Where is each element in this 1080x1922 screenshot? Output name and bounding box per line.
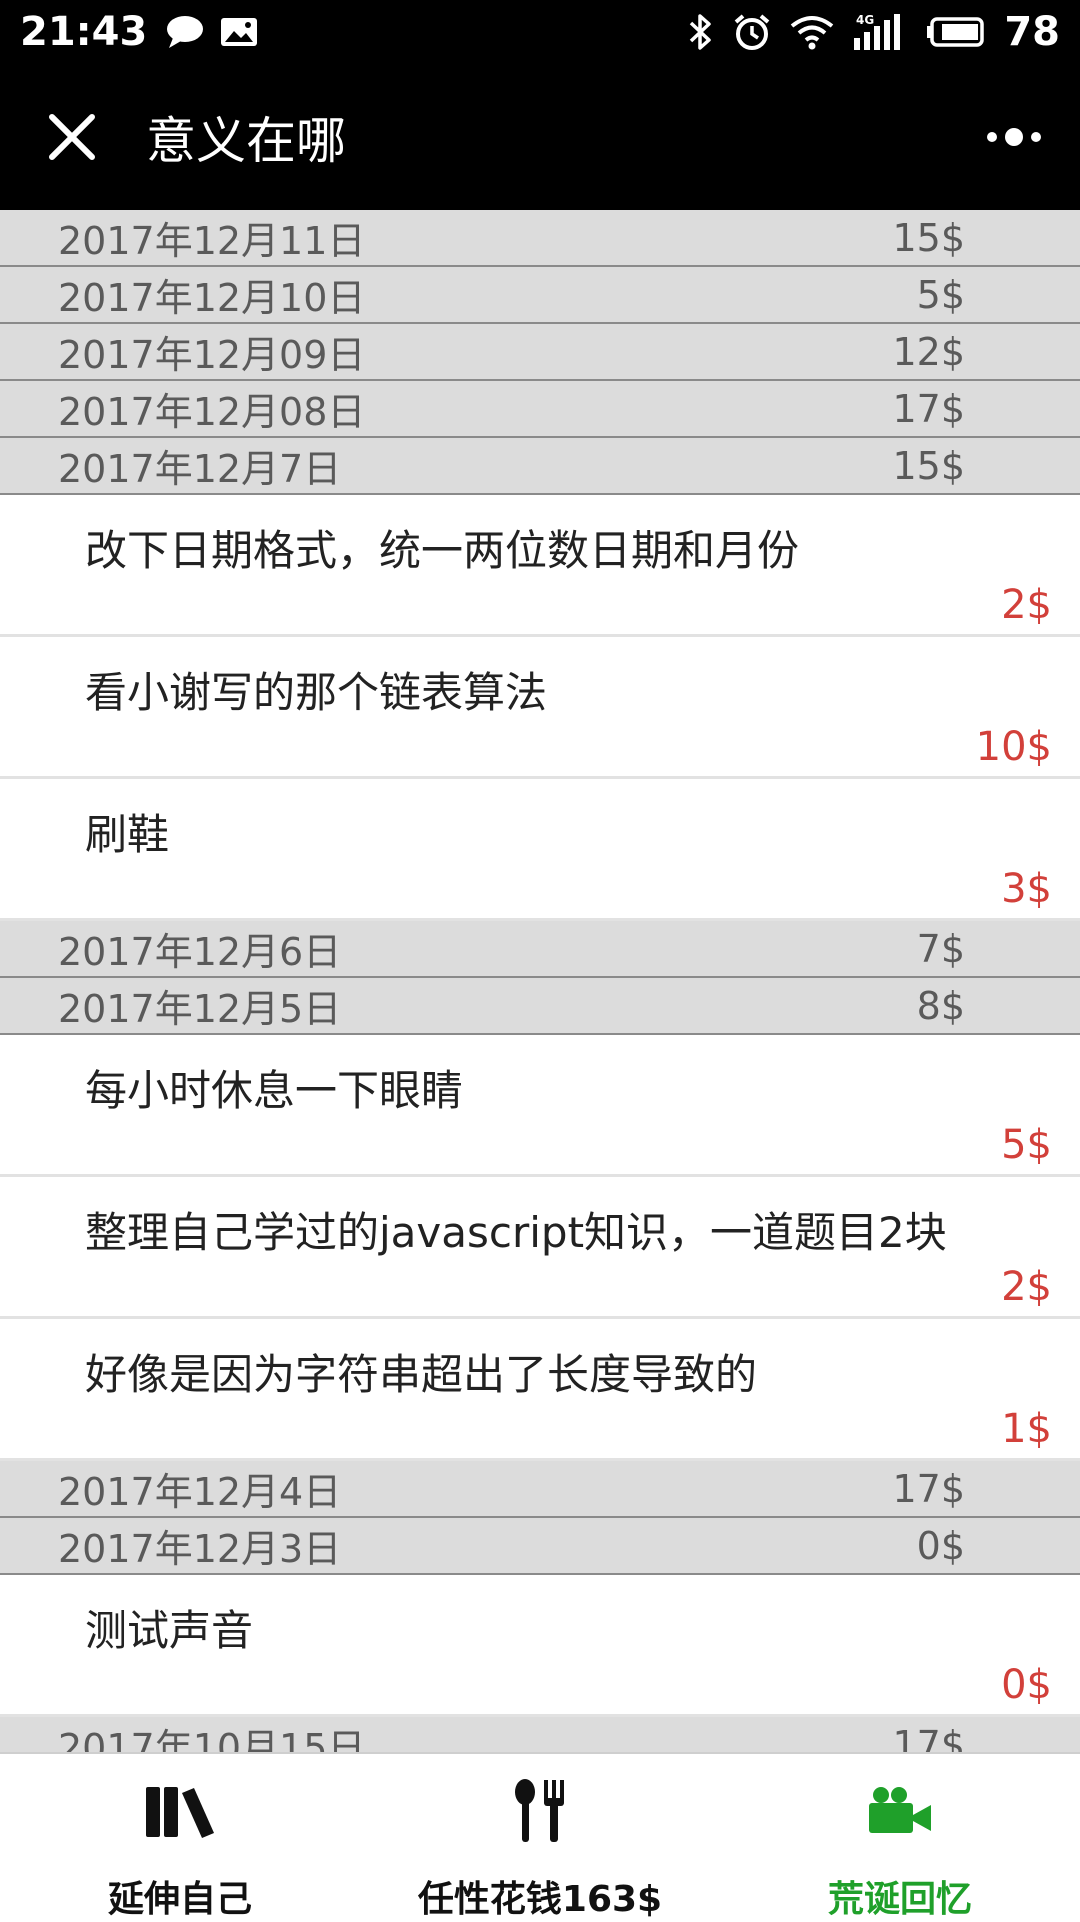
more-dots-icon — [987, 128, 1041, 146]
record-list[interactable]: 2017年12月11日 15$ 2017年12月10日 5$ 2017年12月0… — [0, 210, 1080, 1752]
day-date: 2017年12月3日 — [58, 1527, 342, 1571]
more-button[interactable] — [984, 127, 1044, 147]
status-time: 21:43 — [20, 9, 148, 55]
video-camera-icon — [867, 1776, 933, 1846]
day-date: 2017年10月15日 — [58, 1726, 366, 1752]
task-cost: 2$ — [1001, 1264, 1052, 1310]
svg-text:4G: 4G — [856, 13, 874, 27]
task-text: 测试声音 — [85, 1606, 254, 1655]
day-date: 2017年12月4日 — [58, 1470, 342, 1514]
battery-level: 78 — [1004, 9, 1060, 55]
task-item[interactable]: 改下日期格式，统一两位数日期和月份 2$ — [0, 495, 1080, 637]
task-item[interactable]: 整理自己学过的javascript知识，一道题目2块 2$ — [0, 1177, 1080, 1319]
day-amount: 17$ — [892, 386, 965, 431]
message-bubble-icon — [165, 14, 205, 50]
tab-bar: 延伸自己 任性花钱163$ 荒诞回忆 — [0, 1752, 1080, 1922]
day-date: 2017年12月09日 — [58, 333, 366, 377]
day-date: 2017年12月08日 — [58, 390, 366, 434]
task-item[interactable]: 好像是因为字符串超出了长度导致的 1$ — [0, 1319, 1080, 1461]
day-row[interactable]: 2017年12月10日 5$ — [0, 267, 1080, 324]
tab-spend-money[interactable]: 任性花钱163$ — [360, 1754, 720, 1922]
battery-icon — [926, 16, 986, 48]
day-row[interactable]: 2017年10月15日 17$ — [0, 1717, 1080, 1752]
day-date: 2017年12月7日 — [58, 447, 342, 491]
task-text: 好像是因为字符串超出了长度导致的 — [85, 1350, 758, 1399]
task-item[interactable]: 每小时休息一下眼睛 5$ — [0, 1035, 1080, 1177]
day-date: 2017年12月5日 — [58, 987, 342, 1031]
tab-label: 延伸自己 — [107, 1879, 252, 1920]
status-right: 4G 78 — [688, 9, 1060, 55]
tab-extend-self[interactable]: 延伸自己 — [0, 1754, 360, 1922]
day-amount: 0$ — [916, 1523, 965, 1568]
task-text: 每小时休息一下眼睛 — [85, 1066, 464, 1115]
status-left: 21:43 — [20, 9, 273, 55]
alarm-clock-icon — [732, 12, 772, 52]
task-item[interactable]: 刷鞋 3$ — [0, 779, 1080, 921]
task-cost: 3$ — [1001, 866, 1052, 912]
close-button[interactable] — [42, 107, 102, 167]
task-cost: 5$ — [1001, 1122, 1052, 1168]
bluetooth-icon — [688, 12, 714, 52]
day-row[interactable]: 2017年12月3日 0$ — [0, 1518, 1080, 1575]
day-row[interactable]: 2017年12月09日 12$ — [0, 324, 1080, 381]
day-row[interactable]: 2017年12月08日 17$ — [0, 381, 1080, 438]
day-row[interactable]: 2017年12月6日 7$ — [0, 921, 1080, 978]
day-amount: 8$ — [916, 983, 965, 1028]
task-text: 刷鞋 — [85, 810, 170, 859]
tab-label: 荒诞回忆 — [827, 1879, 972, 1920]
day-amount: 15$ — [892, 443, 965, 488]
day-amount: 17$ — [892, 1466, 965, 1511]
day-amount: 12$ — [892, 329, 965, 374]
day-row[interactable]: 2017年12月4日 17$ — [0, 1461, 1080, 1518]
task-cost: 0$ — [1001, 1662, 1052, 1708]
books-icon — [144, 1776, 216, 1846]
image-notification-icon — [219, 15, 259, 49]
task-text: 改下日期格式，统一两位数日期和月份 — [85, 526, 800, 575]
wifi-icon — [790, 14, 834, 50]
day-row[interactable]: 2017年12月7日 15$ — [0, 438, 1080, 495]
day-amount: 17$ — [892, 1722, 965, 1753]
task-cost: 10$ — [975, 724, 1052, 770]
day-date: 2017年12月6日 — [58, 930, 342, 974]
task-text: 整理自己学过的javascript知识，一道题目2块 — [85, 1208, 947, 1257]
task-item[interactable]: 看小谢写的那个链表算法 10$ — [0, 637, 1080, 779]
nav-bar: 意义在哪 — [0, 64, 1080, 210]
day-date: 2017年12月11日 — [58, 219, 366, 263]
signal-4g-icon: 4G — [852, 12, 908, 52]
day-amount: 15$ — [892, 215, 965, 260]
close-icon — [49, 114, 95, 160]
day-row[interactable]: 2017年12月11日 15$ — [0, 210, 1080, 267]
day-amount: 5$ — [916, 272, 965, 317]
day-date: 2017年12月10日 — [58, 276, 366, 320]
task-text: 看小谢写的那个链表算法 — [85, 668, 548, 717]
status-bar: 21:43 4G 78 — [0, 0, 1080, 64]
task-cost: 1$ — [1001, 1406, 1052, 1452]
day-amount: 7$ — [916, 926, 965, 971]
tab-label: 任性花钱163$ — [417, 1879, 663, 1920]
fork-spoon-icon — [512, 1776, 568, 1846]
task-item[interactable]: 测试声音 0$ — [0, 1575, 1080, 1717]
task-cost: 2$ — [1001, 582, 1052, 628]
tab-absurd-memories[interactable]: 荒诞回忆 — [720, 1754, 1080, 1922]
day-row[interactable]: 2017年12月5日 8$ — [0, 978, 1080, 1035]
page-title: 意义在哪 — [146, 112, 346, 170]
